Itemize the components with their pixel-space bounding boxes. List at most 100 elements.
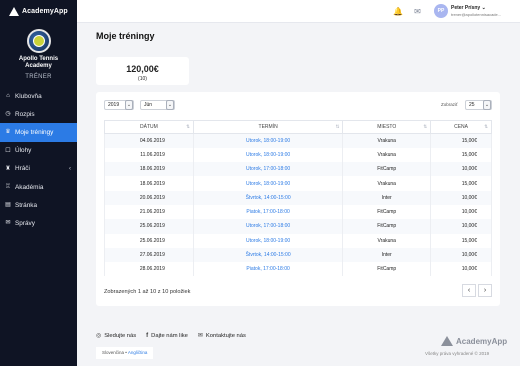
clock-icon: ◷: [5, 111, 11, 118]
table-row: 25.06.2019 Utorok, 18:00-19:00 Vrakuna 15,0…: [104, 233, 492, 248]
messages-icon: ✉: [5, 220, 11, 227]
footer-brand-name: AcademyApp: [456, 336, 508, 346]
cell-date: 18.06.2019: [104, 176, 194, 191]
page-size-label: Zobraziť: [441, 102, 458, 107]
footer-brand: AcademyApp: [441, 336, 507, 346]
page-icon: ▤: [5, 202, 11, 209]
sidebar-item-label: Moje tréningy: [15, 128, 54, 136]
cell-price: 10,00€: [430, 247, 492, 263]
cell-term-link[interactable]: Utorok, 18:00-19:00: [192, 176, 344, 191]
cell-price: 10,00€: [430, 204, 492, 220]
sidebar-item-správy[interactable]: ✉ Správy: [0, 214, 77, 232]
cell-date: 25.06.2019: [104, 233, 194, 248]
cell-place: FitCamp: [342, 262, 432, 277]
trophy-icon: ♛: [5, 129, 11, 136]
column-header-place[interactable]: MIESTO ⇅: [342, 120, 432, 134]
cell-price: 15,00€: [430, 147, 492, 163]
chevron-down-icon: ⌄: [125, 100, 133, 110]
avatar[interactable]: PP: [434, 4, 448, 18]
table-row: 18.06.2019 Utorok, 18:00-19:00 Vrakuna 15,0…: [104, 176, 492, 191]
sidebar-item-stránka[interactable]: ▤ Stránka: [0, 196, 77, 214]
next-page-button[interactable]: ›: [478, 284, 492, 297]
cell-place: Inter: [342, 190, 432, 205]
summary-card: 120,00€ (10): [96, 57, 189, 85]
column-header-date[interactable]: DÁTUM ⇅: [104, 120, 194, 134]
club-info: Apollo Tennis Academy TRÉNER: [0, 22, 77, 80]
page-size-select[interactable]: 25 ⌄: [465, 100, 492, 110]
mail-icon[interactable]: ✉: [413, 7, 422, 16]
column-header-label: TERMÍN: [258, 124, 278, 130]
cell-price: 10,00€: [430, 162, 492, 177]
month-select[interactable]: Jún ⌄: [140, 100, 175, 110]
sidebar-item-hráči[interactable]: ♜ Hráči ‹: [0, 160, 77, 178]
cell-term-link[interactable]: Štvrtok, 14:00-15:00: [192, 247, 344, 263]
chevron-down-icon: ⌄: [166, 100, 174, 110]
user-name[interactable]: Peter Prísny ⌄: [451, 5, 486, 11]
like-link[interactable]: f Dajte nám like: [146, 332, 188, 339]
sort-icon[interactable]: ⇅: [484, 124, 488, 130]
club-name-line2: Academy: [25, 63, 52, 69]
academy-icon: ♖: [5, 184, 11, 191]
players-icon: ♜: [5, 165, 11, 172]
sidebar-item-label: Správy: [15, 219, 35, 227]
sort-icon[interactable]: ⇅: [423, 124, 427, 130]
column-header-label: MIESTO: [377, 124, 397, 130]
brand[interactable]: AcademyApp: [0, 0, 77, 22]
sidebar-item-moje-tréningy[interactable]: ♛ Moje tréningy: [0, 123, 77, 142]
sidebar-item-label: Úlohy: [15, 147, 32, 155]
facebook-icon: f: [146, 332, 149, 339]
cell-place: Inter: [342, 247, 432, 263]
column-header-label: CENA: [454, 124, 468, 130]
year-select-value: 2019: [108, 102, 120, 108]
table-row: 04.06.2019 Utorok, 18:00-19:00 Vrakuna 15,0…: [104, 133, 492, 148]
cell-date: 27.06.2019: [104, 247, 194, 263]
sidebar-item-úlohy[interactable]: ☐ Úlohy: [0, 142, 77, 160]
table-row: 18.06.2019 Utorok, 17:00-18:00 FitCamp 10,0…: [104, 162, 492, 177]
cell-date: 20.06.2019: [104, 190, 194, 205]
cell-term-link[interactable]: Utorok, 17:00-18:00: [192, 162, 344, 177]
sidebar-item-akadémia[interactable]: ♖ Akadémia: [0, 178, 77, 196]
cell-date: 25.06.2019: [104, 219, 194, 234]
cell-term-link[interactable]: Piatok, 17:00-18:00: [192, 204, 344, 220]
cell-term-link[interactable]: Štvrtok, 14:00-15:00: [192, 190, 344, 205]
cell-date: 11.06.2019: [104, 147, 194, 163]
contact-link[interactable]: ✉ Kontaktujte nás: [198, 332, 246, 340]
sidebar-item-rozpis[interactable]: ◷ Rozpis: [0, 105, 77, 123]
home-icon: ⌂: [6, 93, 10, 100]
tasks-icon: ☐: [5, 147, 11, 154]
language-switcher: Slovenčina • Angličtina: [96, 347, 154, 359]
table-row: 20.06.2019 Štvrtok, 14:00-15:00 Inter 10,00…: [104, 190, 492, 205]
chevron-left-icon[interactable]: ‹: [69, 166, 71, 172]
cell-term-link[interactable]: Piatok, 17:00-18:00: [192, 262, 344, 277]
sort-icon[interactable]: ⇅: [336, 124, 340, 130]
cell-term-link[interactable]: Utorok, 18:00-19:00: [192, 233, 344, 248]
sidebar-item-label: Hráči: [15, 165, 30, 173]
footer-links: ◎ Sledujte nás f Dajte nám like ✉ Kontaktuj…: [96, 332, 246, 340]
column-header-term[interactable]: TERMÍN ⇅: [192, 120, 344, 134]
prev-page-button[interactable]: ‹: [462, 284, 476, 297]
table-row: 21.06.2019 Piatok, 17:00-18:00 FitCamp 10,0…: [104, 204, 492, 220]
sort-icon[interactable]: ⇅: [186, 124, 190, 130]
lang-slovak[interactable]: Slovenčina: [102, 350, 124, 355]
lang-english[interactable]: Angličtina: [128, 350, 148, 355]
follow-link-label: Sledujte nás: [104, 332, 137, 339]
cell-term-link[interactable]: Utorok, 17:00-18:00: [192, 219, 344, 234]
cell-date: 21.06.2019: [104, 204, 194, 220]
tennis-ball-icon: [32, 35, 45, 47]
cell-date: 04.06.2019: [104, 133, 194, 148]
year-select[interactable]: 2019 ⌄: [104, 100, 134, 110]
user-role: TRÉNER: [25, 74, 52, 80]
club-logo: [26, 29, 51, 53]
pagination-info: Zobrazených 1 až 10 z 10 položiek: [104, 289, 191, 295]
column-header-price[interactable]: CENA ⇅: [430, 120, 492, 134]
cell-term-link[interactable]: Utorok, 18:00-19:00: [192, 147, 344, 163]
cell-price: 10,00€: [430, 190, 492, 205]
sidebar-item-label: Rozpis: [15, 110, 35, 118]
cell-term-link[interactable]: Utorok, 18:00-19:00: [192, 133, 344, 148]
club-name: Apollo Tennis Academy: [0, 56, 77, 70]
sidebar-item-klubovňa[interactable]: ⌂ Klubovňa: [0, 87, 77, 105]
sidebar-nav: ⌂ Klubovňa ◷ Rozpis ♛ Moje tréningy ☐ Úlohy ♜ Hrá…: [0, 87, 77, 233]
bell-icon[interactable]: 🔔: [393, 7, 403, 16]
follow-link[interactable]: ◎ Sledujte nás: [96, 332, 137, 340]
table-row: 25.06.2019 Utorok, 17:00-18:00 FitCamp 10,0…: [104, 219, 492, 234]
